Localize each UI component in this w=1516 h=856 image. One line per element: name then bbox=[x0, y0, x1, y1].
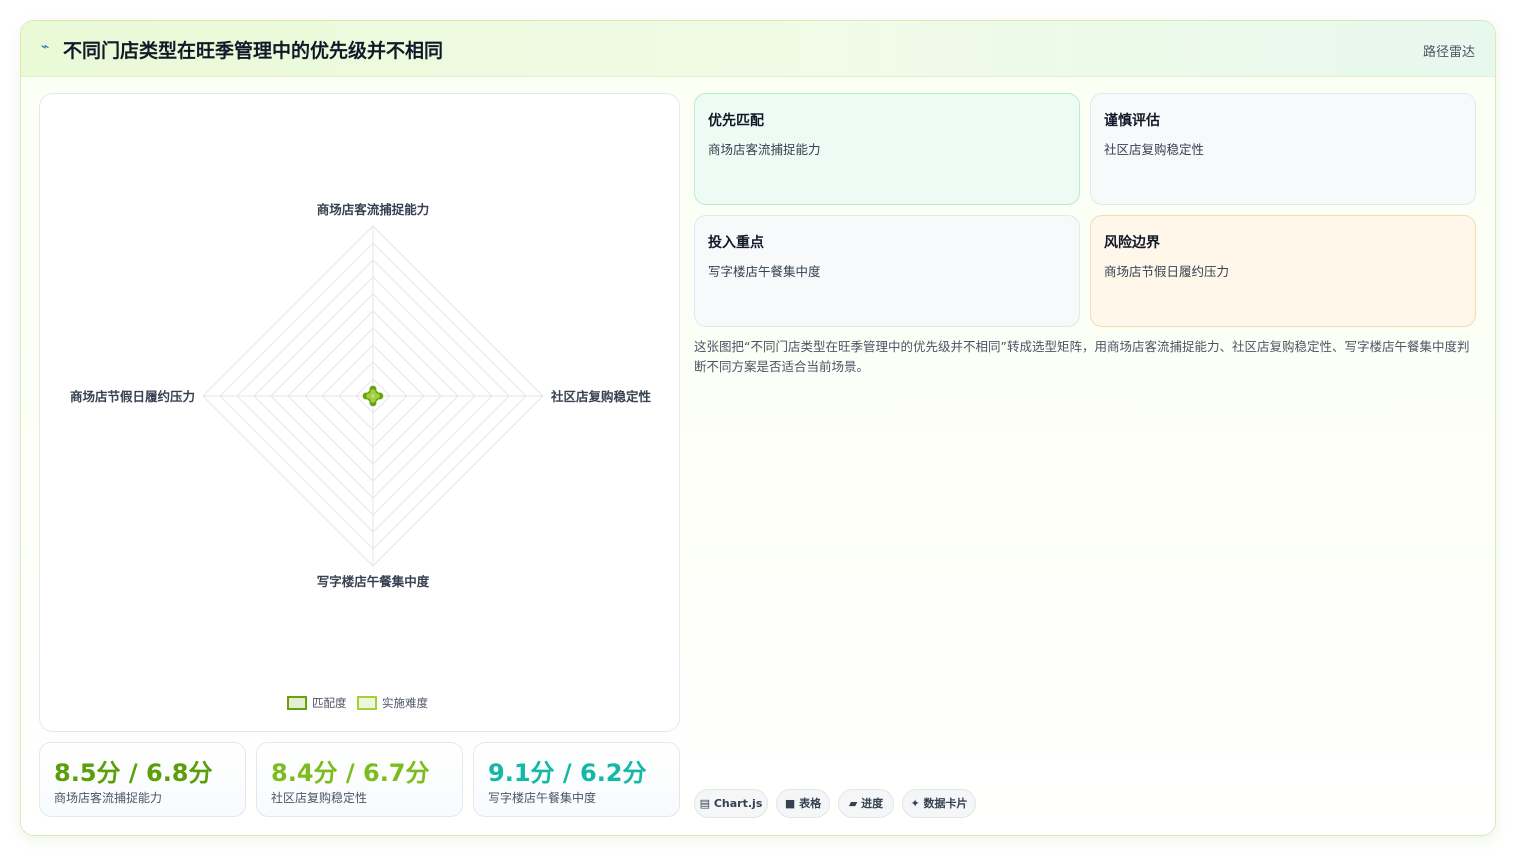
stat-label: 商场店客流捕捉能力 bbox=[54, 791, 163, 805]
quadrant-value: 社区店复购稳定性 bbox=[1104, 142, 1205, 157]
pill-label: 进度 bbox=[861, 797, 884, 810]
table-icon: ▤ bbox=[699, 797, 711, 810]
quadrant-value: 商场店节假日履约压力 bbox=[1104, 264, 1230, 279]
pill-table[interactable]: ■ 表格 bbox=[776, 789, 830, 818]
axis-label: 社区店复购稳定性 bbox=[550, 389, 652, 404]
stat-label: 写字楼店午餐集中度 bbox=[488, 791, 597, 805]
axis-label: 写字楼店午餐集中度 bbox=[317, 574, 430, 589]
pill-data-card[interactable]: ✦ 数据卡片 bbox=[902, 789, 976, 818]
stat-label: 社区店复购稳定性 bbox=[271, 791, 368, 805]
axis-label: 商场店客流捕捉能力 bbox=[317, 202, 430, 217]
chart-icon: ⌁ bbox=[41, 39, 50, 55]
pill-progress[interactable]: ▰ 进度 bbox=[838, 789, 894, 818]
sparkle-icon: ✦ bbox=[910, 797, 920, 810]
stat-value: 8.4分 / 6.7分 bbox=[271, 759, 430, 787]
quadrant-title: 优先匹配 bbox=[708, 113, 764, 129]
quadrant-card-priority-match: 优先匹配 商场店客流捕捉能力 bbox=[694, 93, 1080, 205]
main-panel: ⌁ 不同门店类型在旺季管理中的优先级并不相同 路径雷达 商场店客流捕捉能力社区店… bbox=[20, 20, 1496, 836]
axis-label: 商场店节假日履约压力 bbox=[70, 389, 195, 404]
data-point bbox=[370, 397, 376, 403]
pill-label: 数据卡片 bbox=[923, 797, 968, 810]
legend-swatch bbox=[357, 696, 377, 710]
quadrant-value: 商场店客流捕捉能力 bbox=[708, 142, 821, 157]
square-icon: ■ bbox=[784, 797, 796, 810]
stat-card-3: 9.1分 / 6.2分 写字楼店午餐集中度 bbox=[473, 742, 680, 817]
pill-chartjs[interactable]: ▤ Chart.js bbox=[694, 789, 768, 818]
quadrant-card-investment-focus: 投入重点 写字楼店午餐集中度 bbox=[694, 215, 1080, 327]
radar-chart: 商场店客流捕捉能力社区店复购稳定性写字楼店午餐集中度 商场店节假日履约压力匹配度 实… bbox=[70, 202, 652, 710]
chart-description: 这张图把“不同门店类型在旺季管理中的优先级并不相同”转成选型矩阵，用商场店客流捕… bbox=[694, 339, 1470, 374]
pill-label: Chart.js bbox=[713, 797, 763, 810]
quadrant-title: 风险边界 bbox=[1104, 235, 1160, 251]
progress-icon: ▰ bbox=[848, 797, 858, 810]
data-point bbox=[370, 389, 376, 395]
stat-card-1: 8.5分 / 6.8分 商场店客流捕捉能力 bbox=[39, 742, 246, 817]
legend-swatch bbox=[287, 696, 307, 710]
quadrant-title: 投入重点 bbox=[708, 235, 764, 251]
header: ⌁ 不同门店类型在旺季管理中的优先级并不相同 路径雷达 bbox=[21, 21, 1495, 77]
page-title: 不同门店类型在旺季管理中的优先级并不相同 bbox=[63, 40, 444, 62]
radar-chart-card: 商场店客流捕捉能力社区店复购稳定性写字楼店午餐集中度 商场店节假日履约压力匹配度 实… bbox=[39, 93, 680, 732]
pill-label: 表格 bbox=[799, 797, 822, 810]
stat-card-2: 8.4分 / 6.7分 社区店复购稳定性 bbox=[256, 742, 463, 817]
data-point bbox=[374, 393, 380, 399]
quadrant-title: 谨慎评估 bbox=[1104, 113, 1160, 129]
stat-value: 9.1分 / 6.2分 bbox=[488, 759, 647, 787]
stat-value: 8.5分 / 6.8分 bbox=[54, 759, 213, 787]
quadrant-card-careful-eval: 谨慎评估 社区店复购稳定性 bbox=[1090, 93, 1476, 205]
legend-label: 实施难度 bbox=[382, 696, 428, 710]
quadrant-value: 写字楼店午餐集中度 bbox=[708, 264, 821, 279]
data-point bbox=[366, 393, 372, 399]
chart-type-tag: 路径雷达 bbox=[1422, 45, 1475, 60]
quadrant-card-risk-boundary: 风险边界 商场店节假日履约压力 bbox=[1090, 215, 1476, 327]
legend-label: 匹配度 bbox=[312, 696, 347, 710]
